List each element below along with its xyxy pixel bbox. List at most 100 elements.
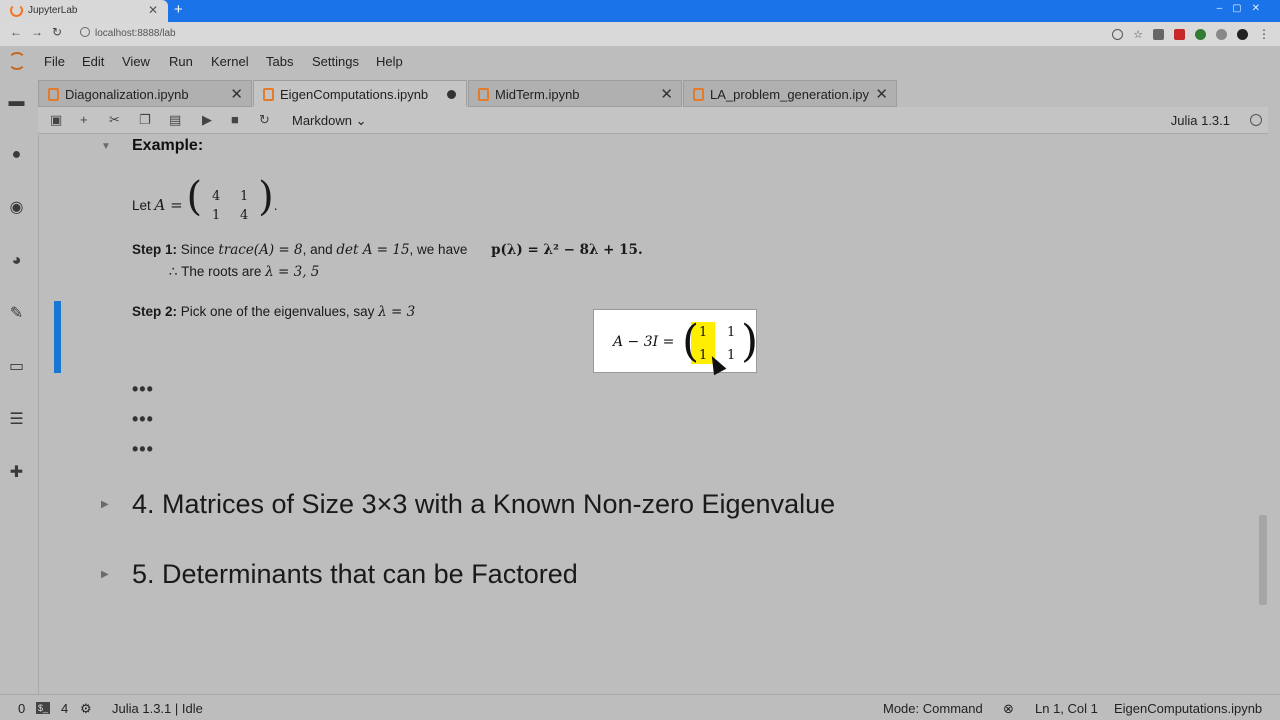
tabs-icon[interactable]: ▭ — [7, 357, 26, 376]
restart-icon[interactable]: ↻ — [259, 112, 270, 128]
back-arrow-icon[interactable]: ← — [10, 25, 22, 39]
github-icon[interactable]: ● — [7, 145, 26, 164]
menu-tabs[interactable]: Tabs — [266, 54, 293, 69]
copy-icon[interactable]: ❐ — [139, 112, 151, 128]
menubar: File Edit View Run Kernel Tabs Settings … — [0, 46, 1280, 76]
kernel-name[interactable]: Julia 1.3.1 — [1171, 113, 1230, 128]
roots-line: ∴ The roots are λ = 3, 5 — [169, 264, 319, 280]
therefore-symbol: ∴ — [169, 264, 178, 279]
notebook-panel[interactable]: ▼ Example: Let A = ( 4 1 1 4 ). Step 1: … — [38, 135, 1268, 694]
terminal-icon[interactable]: $_ — [36, 702, 51, 714]
ellipsis: ••• — [132, 439, 154, 459]
profile-icon[interactable] — [1237, 28, 1248, 40]
tab-label: MidTerm.ipynb — [495, 87, 580, 102]
trace-expr: trace(A) = 8 — [218, 242, 303, 258]
status-zero[interactable]: 0 — [18, 701, 25, 716]
expand-arrow-icon[interactable]: ▶ — [101, 569, 109, 580]
save-icon[interactable]: ▣ — [50, 112, 62, 128]
matrix-cell: 1 — [699, 325, 708, 340]
forward-arrow-icon[interactable]: → — [31, 25, 43, 39]
mode-indicator[interactable]: Mode: Command — [883, 701, 983, 716]
step1-since: Since — [180, 242, 215, 257]
kernel-status[interactable]: Julia 1.3.1 | Idle — [112, 701, 203, 716]
scrollbar[interactable] — [1258, 135, 1268, 694]
matrix-cell: 4 — [239, 208, 249, 224]
matrix-cell: 1 — [727, 348, 736, 363]
add-cell-icon[interactable]: + — [80, 112, 88, 127]
notebook-icon — [478, 88, 489, 101]
close-icon[interactable]: ✕ — [230, 85, 243, 103]
step2-text: Pick one of the eigenvalues, say — [180, 304, 375, 319]
close-icon[interactable]: ✕ — [660, 85, 673, 103]
menu-kernel[interactable]: Kernel — [211, 54, 249, 69]
extension-gray-icon[interactable] — [1216, 28, 1227, 40]
close-icon[interactable]: ✕ — [875, 85, 888, 103]
det-expr: det A = 15 — [336, 242, 410, 258]
scrollbar-thumb[interactable] — [1259, 515, 1267, 605]
menu-file[interactable]: File — [44, 54, 65, 69]
wrench-icon[interactable]: ✎ — [7, 304, 26, 323]
reload-icon[interactable]: ↻ — [52, 25, 62, 39]
tab-label: LA_problem_generation.ipy — [710, 87, 869, 102]
info-icon[interactable] — [80, 27, 90, 37]
tab-midterm[interactable]: MidTerm.ipynb ✕ — [468, 80, 682, 107]
status-filename: EigenComputations.ipynb — [1114, 701, 1263, 716]
window-controls[interactable]: –▢✕ — [1217, 3, 1270, 14]
extension-manager-icon[interactable]: ✚ — [7, 463, 26, 482]
ellipsis: ••• — [132, 409, 154, 429]
tab-label: EigenComputations.ipynb — [280, 87, 429, 102]
browser-tabstrip: JupyterLab ✕ + –▢✕ — [0, 0, 1280, 22]
chevron-down-icon: ⌄ — [355, 113, 367, 128]
unsaved-dot-icon[interactable] — [447, 90, 456, 99]
menu-help[interactable]: Help — [376, 54, 403, 69]
document-tabbar: Diagonalization.ipynb ✕ EigenComputation… — [38, 80, 1268, 107]
notebook-icon — [263, 88, 274, 101]
extension-icon[interactable] — [1153, 28, 1164, 40]
left-paren: ( — [682, 316, 700, 367]
cell-type-label: Markdown — [292, 113, 352, 128]
running-icon[interactable]: ◉ — [7, 198, 26, 217]
tab-eigencomputations[interactable]: EigenComputations.ipynb — [253, 80, 467, 107]
roots-expr: λ = 3, 5 — [265, 264, 320, 280]
palette-icon[interactable]: ◕ — [7, 251, 26, 270]
menu-edit[interactable]: Edit — [82, 54, 104, 69]
menu-run[interactable]: Run — [169, 54, 193, 69]
url-field[interactable]: localhost:8888/lab — [95, 28, 176, 39]
address-bar: ← → ↻ localhost:8888/lab ☆ ⋮ — [0, 22, 1280, 46]
let-text: Let — [132, 198, 151, 213]
toc-icon[interactable]: ☰ — [7, 410, 26, 429]
tab-la-problem-generation[interactable]: LA_problem_generation.ipy ✕ — [683, 80, 897, 107]
star-icon[interactable]: ☆ — [1133, 28, 1143, 41]
folder-icon[interactable]: ▬ — [7, 92, 26, 111]
menu-view[interactable]: View — [122, 54, 150, 69]
zoom-icon[interactable] — [1112, 28, 1124, 40]
new-tab-button[interactable]: + — [174, 1, 183, 18]
bug-icon[interactable]: ⊗ — [1003, 701, 1014, 717]
extension-green-icon[interactable] — [1195, 28, 1206, 40]
status-bar: 0 $_ 4 ⚙ Julia 1.3.1 | Idle Mode: Comman… — [0, 694, 1280, 720]
extension-red-icon[interactable] — [1174, 28, 1185, 40]
browser-tab-jupyterlab[interactable]: JupyterLab ✕ — [0, 0, 168, 22]
menu-dots-icon[interactable]: ⋮ — [1258, 27, 1270, 41]
cursor-position[interactable]: Ln 1, Col 1 — [1035, 701, 1098, 716]
example-heading: Example: — [132, 137, 204, 154]
step1-we-have: , we have — [409, 242, 468, 257]
matrix-cell: 1 — [211, 208, 221, 224]
notebook-icon — [48, 88, 59, 101]
menu-settings[interactable]: Settings — [312, 54, 359, 69]
status-terminals[interactable]: 4 — [61, 701, 68, 716]
tab-diagonalization[interactable]: Diagonalization.ipynb ✕ — [38, 80, 252, 107]
kernel-gear-icon[interactable]: ⚙ — [80, 701, 92, 717]
stop-icon[interactable]: ■ — [231, 112, 239, 127]
expand-arrow-icon[interactable]: ▶ — [101, 499, 109, 510]
matrix-cell: 1 — [239, 189, 249, 205]
cell-type-select[interactable]: Markdown ⌄ — [292, 113, 367, 129]
poly-expr: p(λ) = λ² − 8λ + 15. — [491, 242, 643, 258]
cut-icon[interactable]: ✂ — [109, 112, 120, 128]
jupyter-logo-icon — [8, 52, 26, 70]
run-icon[interactable]: ▶ — [202, 112, 212, 128]
collapse-arrow-icon[interactable]: ▼ — [101, 141, 111, 152]
close-icon[interactable]: ✕ — [148, 3, 158, 17]
active-cell-indicator[interactable] — [54, 301, 61, 373]
paste-icon[interactable]: ▤ — [169, 112, 181, 128]
